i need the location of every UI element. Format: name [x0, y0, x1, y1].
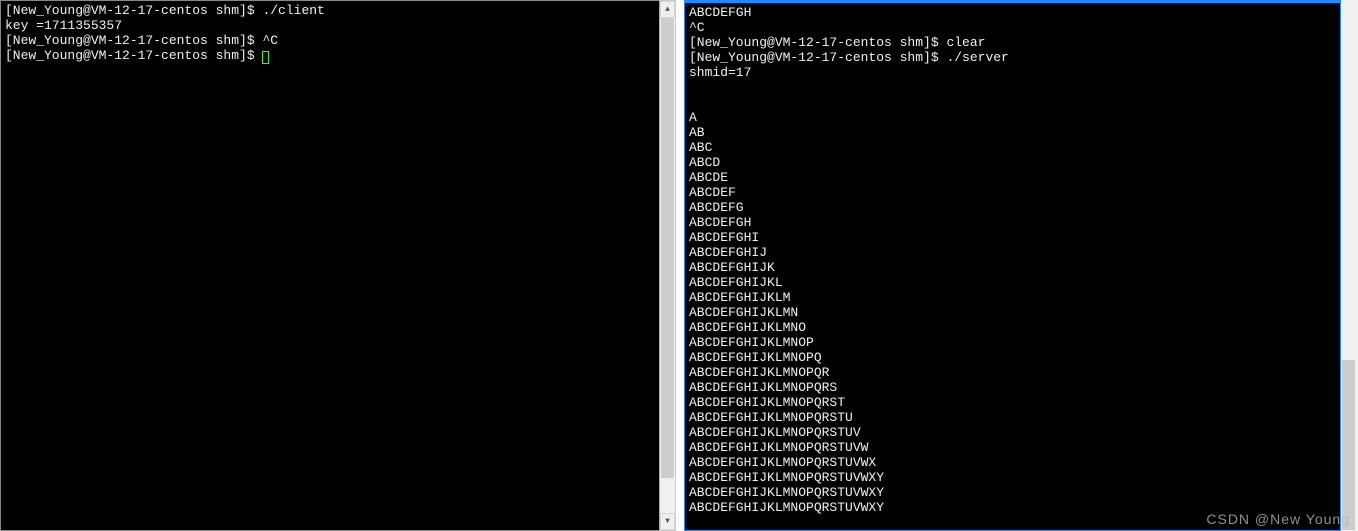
- scroll-thumb[interactable]: [661, 18, 674, 478]
- terminal-line: ABCDEFGHIJK: [689, 260, 1336, 275]
- terminal-line: [689, 80, 1336, 95]
- terminal-line: [689, 95, 1336, 110]
- terminal-line: ABCDEFGHIJKL: [689, 275, 1336, 290]
- terminal-line: A: [689, 110, 1336, 125]
- terminal-line: [New_Young@VM-12-17-centos shm]$: [5, 48, 655, 63]
- terminal-line: [New_Young@VM-12-17-centos shm]$ ./clien…: [5, 3, 655, 18]
- left-pane: [New_Young@VM-12-17-centos shm]$ ./clien…: [0, 0, 676, 531]
- scroll-up-icon[interactable]: ▲: [660, 1, 675, 18]
- terminal-line: ABCDEFGHI: [689, 230, 1336, 245]
- pane-divider[interactable]: [676, 0, 684, 531]
- terminal-line: ABCDEFGHIJKLMNOPQRST: [689, 395, 1336, 410]
- terminal-line: ^C: [689, 20, 1336, 35]
- right-pane: ABCDEFGH^C[New_Young@VM-12-17-centos shm…: [684, 0, 1358, 531]
- terminal-line: ABCDEFGHIJKLMNOPQRSTUVW: [689, 440, 1336, 455]
- terminal-line: ABCDEFGH: [689, 5, 1336, 20]
- terminal-line: ABCDEFGHIJKLMNO: [689, 320, 1336, 335]
- terminal-line: ABCDEFGHIJKLMNOPQRSTU: [689, 410, 1336, 425]
- terminal-line: ABCDEFGHIJKLMNOPQRS: [689, 380, 1336, 395]
- right-scrollbar[interactable]: [1341, 0, 1358, 531]
- terminal-line: shmid=17: [689, 65, 1336, 80]
- terminal-line: [New_Young@VM-12-17-centos shm]$ ./serve…: [689, 50, 1336, 65]
- right-terminal[interactable]: ABCDEFGH^C[New_Young@VM-12-17-centos shm…: [685, 3, 1340, 530]
- terminal-line: AB: [689, 125, 1336, 140]
- terminal-line: ABCDEFG: [689, 200, 1336, 215]
- terminal-line: ABCDE: [689, 170, 1336, 185]
- terminal-line: [New_Young@VM-12-17-centos shm]$ ^C: [5, 33, 655, 48]
- terminal-line: ABCDEFGHIJKLMNOPQRSTUV: [689, 425, 1336, 440]
- cursor: [262, 51, 269, 64]
- terminal-line: ABCDEF: [689, 185, 1336, 200]
- terminal-line: ABCDEFGHIJKLMNOPQ: [689, 350, 1336, 365]
- terminal-line: ABCDEFGHIJKLMNOPQRSTUVWXY: [689, 500, 1336, 515]
- left-terminal-frame: [New_Young@VM-12-17-centos shm]$ ./clien…: [0, 0, 659, 531]
- terminal-line: ABCDEFGHIJKLM: [689, 290, 1336, 305]
- terminal-line: [New_Young@VM-12-17-centos shm]$ clear: [689, 35, 1336, 50]
- split-container: [New_Young@VM-12-17-centos shm]$ ./clien…: [0, 0, 1358, 531]
- terminal-line: ABCDEFGHIJKLMNOPQRSTUVWXY: [689, 470, 1336, 485]
- terminal-line: ABCDEFGHIJKLMNOP: [689, 335, 1336, 350]
- scroll-down-icon[interactable]: ▼: [660, 513, 675, 530]
- scroll-thumb[interactable]: [1342, 360, 1355, 530]
- right-terminal-frame: ABCDEFGH^C[New_Young@VM-12-17-centos shm…: [684, 0, 1341, 531]
- terminal-line: ABCDEFGHIJKLMN: [689, 305, 1336, 320]
- left-terminal[interactable]: [New_Young@VM-12-17-centos shm]$ ./clien…: [1, 1, 659, 530]
- terminal-line: ABCDEFGHIJKLMNOPQR: [689, 365, 1336, 380]
- terminal-line: ABC: [689, 140, 1336, 155]
- terminal-line: ABCDEFGH: [689, 215, 1336, 230]
- terminal-line: ABCDEFGHIJ: [689, 245, 1336, 260]
- terminal-line: ABCDEFGHIJKLMNOPQRSTUVWX: [689, 455, 1336, 470]
- terminal-line: ABCDEFGHIJKLMNOPQRSTUVWXY: [689, 485, 1336, 500]
- left-scrollbar[interactable]: ▲ ▼: [659, 0, 676, 531]
- terminal-line: ABCD: [689, 155, 1336, 170]
- terminal-line: key =1711355357: [5, 18, 655, 33]
- scroll-track[interactable]: [660, 18, 675, 513]
